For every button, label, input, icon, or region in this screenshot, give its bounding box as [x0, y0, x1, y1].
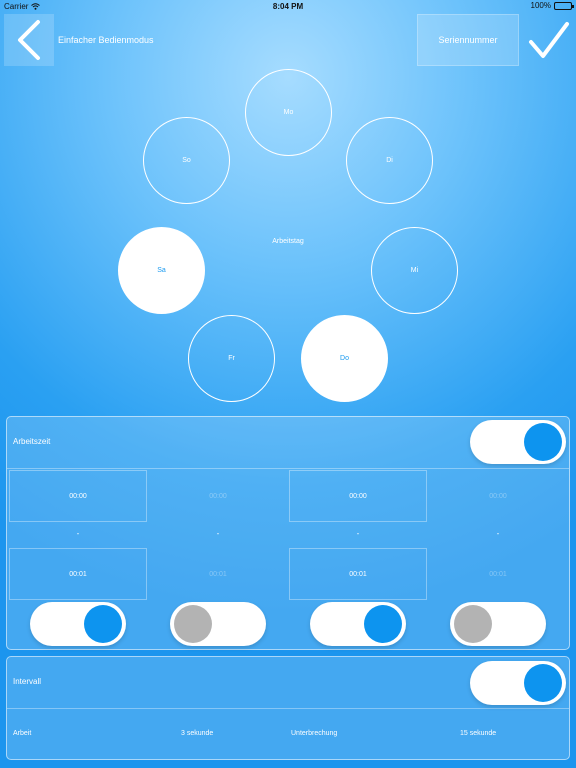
chevron-left-icon [18, 20, 40, 60]
confirm-button[interactable] [521, 14, 576, 66]
work-time-header: Arbeitszeit [7, 417, 569, 469]
slot-1-toggle[interactable] [30, 602, 126, 646]
day-friday[interactable]: Fr [188, 315, 275, 402]
end-time-3[interactable]: 00:01 [289, 548, 427, 600]
checkmark-icon [529, 22, 569, 58]
status-bar: Carrier 8:04 PM 100% [0, 0, 576, 12]
pause-duration-value[interactable]: 15 sekunde [460, 730, 496, 737]
slot-4-toggle[interactable] [450, 602, 546, 646]
battery-icon [554, 1, 574, 10]
interval-header: Intervall [7, 657, 569, 709]
start-time-3[interactable]: 00:00 [289, 470, 427, 522]
interval-panel: Intervall Arbeit 3 sekunde Unterbrechung… [6, 656, 570, 760]
time-separator: - [76, 529, 80, 538]
time-separator: - [356, 529, 360, 538]
clock: 8:04 PM [272, 2, 304, 11]
start-time-2[interactable]: 00:00 [149, 470, 287, 522]
day-wednesday[interactable]: Mi [371, 227, 458, 314]
pause-duration-label: Unterbrechung [291, 730, 338, 737]
battery-status: 100% [530, 1, 574, 10]
battery-percent: 100% [530, 1, 551, 10]
workday-label: Arbeitstag [272, 238, 304, 245]
day-tuesday[interactable]: Di [346, 117, 433, 204]
start-time-4[interactable]: 00:00 [429, 470, 567, 522]
slot-3-toggle[interactable] [310, 602, 406, 646]
interval-label: Intervall [13, 677, 42, 686]
interval-toggle[interactable] [470, 661, 566, 705]
back-button[interactable] [4, 14, 54, 66]
page-title: Einfacher Bedienmodus [58, 35, 154, 45]
serial-number-label: Seriennummer [438, 35, 498, 45]
start-time-1[interactable]: 00:00 [9, 470, 147, 522]
end-time-1[interactable]: 00:01 [9, 548, 147, 600]
work-time-label: Arbeitszeit [13, 437, 51, 446]
day-thursday[interactable]: Do [301, 315, 388, 402]
work-time-panel: Arbeitszeit 00:00 00:00 00:00 00:00 - - … [6, 416, 570, 650]
slot-2-toggle[interactable] [170, 602, 266, 646]
day-monday[interactable]: Mo [245, 69, 332, 156]
serial-number-button[interactable]: Seriennummer [417, 14, 519, 66]
day-saturday[interactable]: Sa [118, 227, 205, 314]
end-time-2[interactable]: 00:01 [149, 548, 287, 600]
day-sunday[interactable]: So [143, 117, 230, 204]
time-separator: - [216, 529, 220, 538]
time-separator: - [496, 529, 500, 538]
work-time-toggle[interactable] [470, 420, 566, 464]
work-duration-value[interactable]: 3 sekunde [181, 730, 213, 737]
end-time-4[interactable]: 00:01 [429, 548, 567, 600]
work-duration-label: Arbeit [13, 730, 32, 737]
